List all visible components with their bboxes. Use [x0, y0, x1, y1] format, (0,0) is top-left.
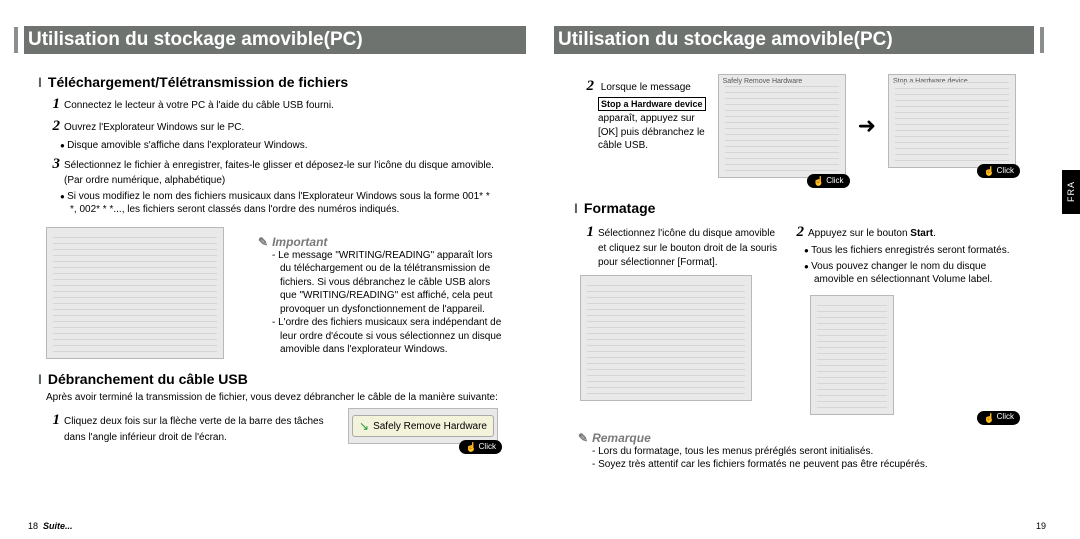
page-right: Utilisation du stockage amovible(PC) 2 L… [540, 0, 1080, 539]
click-badge: ☝Click [977, 411, 1020, 425]
section-heading-download: ITéléchargement/Télétransmission de fich… [38, 74, 502, 90]
figure-stop-hardware-dialog: Stop a Hardware device [888, 74, 1016, 168]
format-step-1: 1Sélectionnez l'icône du disque amovible… [580, 222, 780, 269]
page-left: Utilisation du stockage amovible(PC) ITé… [0, 0, 540, 539]
step-1: 1Connectez le lecteur à votre PC à l'aid… [46, 94, 498, 114]
step-2-bullet: Disque amovible s'affiche dans l'explora… [60, 139, 498, 153]
step-3-bullet: Si vous modifiez le nom des fichiers mus… [60, 190, 498, 217]
section-heading-disconnect: IDébranchement du câble USB [38, 371, 502, 387]
click-badge: ☝Click [807, 174, 850, 188]
click-badge: ☝Click [459, 440, 502, 454]
section-heading-format: IFormatage [574, 200, 1020, 216]
language-tab: FRA [1062, 170, 1080, 214]
figure-format-context [580, 275, 752, 401]
click-badge: ☝Click [977, 164, 1020, 178]
right-step-2: 2 Lorsque le message Stop a Hardware dev… [580, 76, 708, 153]
format-step-2: 2Appuyez sur le bouton Start. [790, 222, 1016, 242]
step-2: 2Ouvrez l'Explorateur Windows sur le PC. [46, 116, 498, 136]
disconnect-step-1: 1Cliquez deux fois sur la flèche verte d… [46, 410, 338, 444]
figure-safely-remove: ↘Safely Remove Hardware ☝Click [348, 408, 498, 444]
important-box: ✎Important - Le message "WRITING/READING… [258, 235, 502, 359]
pencil-icon: ✎ [258, 235, 268, 249]
format-bullet-2: Vous pouvez changer le nom du disque amo… [804, 260, 1016, 287]
hand-pointer-icon: ☝ [465, 441, 476, 453]
green-arrow-icon: ↘ [359, 418, 369, 434]
disconnect-intro: Après avoir terminé la transmission de f… [46, 391, 498, 405]
hand-pointer-icon: ☝ [813, 175, 824, 187]
figure-safely-remove-dialog: Safely Remove Hardware [718, 74, 846, 178]
hand-pointer-icon: ☝ [983, 412, 994, 424]
page-title: Utilisation du stockage amovible(PC) [24, 26, 526, 54]
step-3: 3Sélectionnez le fichier à enregistrer, … [46, 154, 498, 188]
title-bar-right: Utilisation du stockage amovible(PC) [554, 26, 1044, 62]
figure-explorer [46, 227, 224, 359]
hand-pointer-icon: ☝ [983, 165, 994, 177]
pencil-icon: ✎ [578, 431, 588, 445]
format-bullet-1: Tous les fichiers enregistrés seront for… [804, 244, 1016, 258]
figure-format-dialog [810, 295, 894, 415]
footer-right: 19 [1036, 521, 1046, 531]
footer-left: 18 Suite... [28, 521, 73, 531]
page-title: Utilisation du stockage amovible(PC) [554, 26, 1034, 54]
title-bar-left: Utilisation du stockage amovible(PC) [14, 26, 526, 62]
remarque-box: ✎Remarque - Lors du formatage, tous les … [578, 431, 1044, 472]
arrow-right-icon: ➜ [858, 111, 876, 141]
